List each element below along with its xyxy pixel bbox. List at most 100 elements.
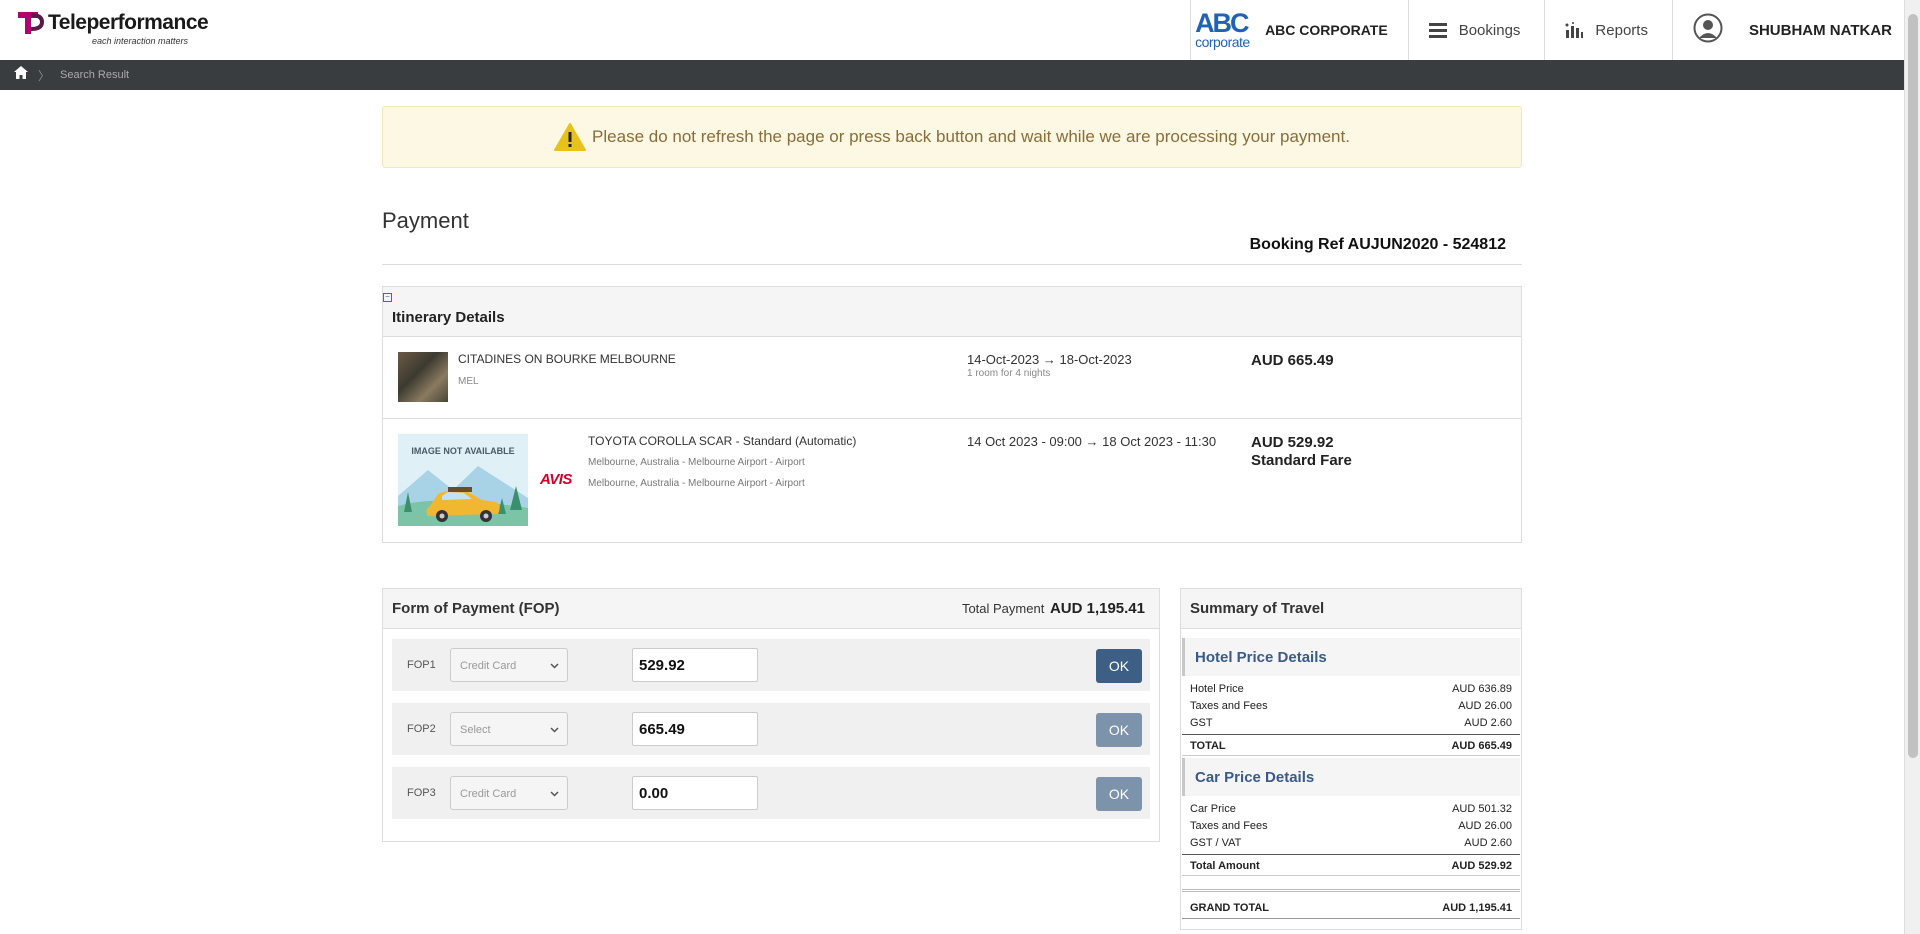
car-name: TOYOTA COROLLA SCAR - Standard (Automati… (588, 434, 857, 448)
fop-title: Form of Payment (FOP) (392, 600, 560, 617)
summary-title: Summary of Travel (1190, 600, 1325, 617)
hotel-total-label: TOTAL (1190, 740, 1226, 752)
hotel-price: AUD 665.49 (1251, 352, 1334, 369)
hotel-dates: 14-Oct-2023 → 18-Oct-2023 (967, 352, 1132, 367)
nav-reports[interactable]: Reports (1544, 0, 1672, 60)
user-name: SHUBHAM NATKAR (1748, 21, 1892, 39)
summary-row-label: GST / VAT (1190, 837, 1242, 849)
breadcrumb-separator: 〉 (38, 68, 51, 83)
summary-of-travel-panel: Summary of Travel Hotel Price Details Ho… (1180, 588, 1522, 930)
summary-row-label: Hotel Price (1190, 683, 1244, 695)
hotel-total-row: TOTAL AUD 665.49 (1182, 734, 1520, 756)
summary-row-value: AUD 26.00 (1458, 700, 1512, 712)
fop-amount-input[interactable]: 665.49 (632, 712, 758, 746)
collapse-icon[interactable]: − (383, 293, 392, 302)
page-scrollbar[interactable] (1904, 0, 1920, 934)
car-price: AUD 529.92 (1251, 434, 1334, 451)
summary-row: Taxes and Fees AUD 26.00 (1190, 820, 1512, 836)
itinerary-car-row: IMAGE NOT AVAILABLE AVIS TOYOTA COROLLA … (383, 419, 1521, 541)
fop-total-label: Total Payment (961, 601, 1045, 616)
form-of-payment-panel: Form of Payment (FOP) Total Payment AUD … (382, 588, 1160, 842)
summary-row-label: Taxes and Fees (1190, 820, 1268, 832)
summary-row: Taxes and Fees AUD 26.00 (1190, 700, 1512, 716)
corporate-logo: ABC corporate (1195, 8, 1255, 50)
grand-total-label: GRAND TOTAL (1190, 902, 1270, 914)
summary-row-value: AUD 26.00 (1458, 820, 1512, 832)
summary-row-value: AUD 636.89 (1452, 683, 1512, 695)
summary-row: GST AUD 2.60 (1190, 717, 1512, 733)
nav-bookings-label: Bookings (1458, 21, 1521, 39)
chevron-down-icon (550, 663, 559, 669)
itinerary-title: Itinerary Details (392, 309, 505, 326)
car-dropoff-location: Melbourne, Australia - Melbourne Airport… (588, 478, 805, 489)
fop-line-label: FOP2 (407, 723, 436, 735)
fop-ok-button[interactable]: OK (1096, 713, 1142, 747)
home-icon[interactable] (14, 66, 28, 84)
summary-row: Car Price AUD 501.32 (1190, 803, 1512, 819)
hotel-price-details-title: Hotel Price Details (1195, 649, 1327, 666)
fop-line-1: FOP1 Credit Card 529.92 OK (392, 639, 1150, 691)
car-dates: 14 Oct 2023 - 09:00 → 18 Oct 2023 - 11:3… (967, 434, 1217, 449)
grand-total-row: GRAND TOTAL AUD 1,195.41 (1182, 889, 1520, 919)
scrollbar-thumb[interactable] (1908, 14, 1918, 758)
car-price-details-title: Car Price Details (1195, 769, 1315, 786)
hotel-name: CITADINES ON BOURKE MELBOURNE (458, 352, 676, 366)
fop-line-label: FOP1 (407, 659, 436, 671)
bar-chart-icon (1565, 22, 1584, 38)
hotel-image (398, 352, 448, 402)
summary-row-label: Taxes and Fees (1190, 700, 1268, 712)
corporate-account[interactable]: ABC corporate ABC CORPORATE (1190, 0, 1408, 60)
car-image-placeholder: IMAGE NOT AVAILABLE (398, 434, 528, 526)
hotel-city-code: MEL (458, 376, 479, 387)
teleperformance-logo-mark-icon (18, 12, 46, 44)
car-vendor-logo: AVIS (540, 471, 572, 488)
car-fare-type: Standard Fare (1251, 452, 1352, 469)
fop-type-value: Credit Card (460, 660, 517, 672)
user-avatar-icon (1693, 13, 1723, 48)
warning-icon (554, 123, 587, 151)
teleperformance-logo[interactable]: Teleperformance each interaction matters (18, 12, 209, 48)
page-title: Payment (382, 208, 469, 233)
fop-type-select[interactable]: Credit Card (450, 648, 568, 682)
car-pickup-location: Melbourne, Australia - Melbourne Airport… (588, 457, 805, 468)
fop-ok-button[interactable]: OK (1096, 649, 1142, 683)
alert-message: Please do not refresh the page or press … (592, 127, 1350, 146)
main-content: Please do not refresh the page or press … (382, 106, 1522, 930)
fop-header: Form of Payment (FOP) Total Payment AUD … (383, 589, 1159, 629)
itinerary-hotel-row: CITADINES ON BOURKE MELBOURNE MEL 14-Oct… (383, 337, 1521, 419)
summary-row-label: Car Price (1190, 803, 1236, 815)
booking-reference: Booking Ref AUJUN2020 - 524812 (1249, 236, 1506, 253)
summary-header: Summary of Travel (1181, 589, 1521, 629)
hotel-price-details-header: Hotel Price Details (1182, 638, 1520, 676)
title-divider (382, 264, 1522, 265)
car-total-value: AUD 529.92 (1451, 860, 1512, 872)
car-image-text: IMAGE NOT AVAILABLE (411, 446, 514, 456)
summary-row-value: AUD 501.32 (1452, 803, 1512, 815)
top-header: Teleperformance each interaction matters… (0, 0, 1904, 60)
nav-bookings[interactable]: Bookings (1407, 0, 1545, 60)
fop-ok-button[interactable]: OK (1096, 777, 1142, 811)
breadcrumb-current: Search Result (60, 69, 130, 81)
fop-total: Total Payment AUD 1,195.41 (962, 600, 1145, 617)
nav-reports-label: Reports (1595, 21, 1648, 39)
car-total-row: Total Amount AUD 529.92 (1182, 854, 1520, 876)
summary-row-value: AUD 2.60 (1464, 717, 1512, 729)
itinerary-panel: − Itinerary Details CITADINES ON BOURKE … (382, 286, 1522, 543)
processing-alert: Please do not refresh the page or press … (382, 106, 1522, 168)
car-price-details-header: Car Price Details (1182, 758, 1520, 796)
chevron-down-icon (550, 791, 559, 797)
fop-amount-input[interactable]: 529.92 (632, 648, 758, 682)
fop-amount-input[interactable]: 0.00 (632, 776, 758, 810)
corporate-name: ABC CORPORATE (1265, 22, 1388, 38)
fop-type-select[interactable]: Credit Card (450, 776, 568, 810)
user-menu[interactable]: SHUBHAM NATKAR (1671, 0, 1904, 60)
summary-row: GST / VAT AUD 2.60 (1190, 837, 1512, 853)
itinerary-header: − Itinerary Details (383, 287, 1521, 337)
summary-row-value: AUD 2.60 (1464, 837, 1512, 849)
fop-type-select[interactable]: Select (450, 712, 568, 746)
summary-row-label: GST (1190, 717, 1213, 729)
fop-total-value: AUD 1,195.41 (1049, 600, 1145, 617)
fop-line-label: FOP3 (407, 787, 436, 799)
summary-row: Hotel Price AUD 636.89 (1190, 683, 1512, 699)
car-price-block: AUD 529.92 Standard Fare (1251, 434, 1352, 470)
